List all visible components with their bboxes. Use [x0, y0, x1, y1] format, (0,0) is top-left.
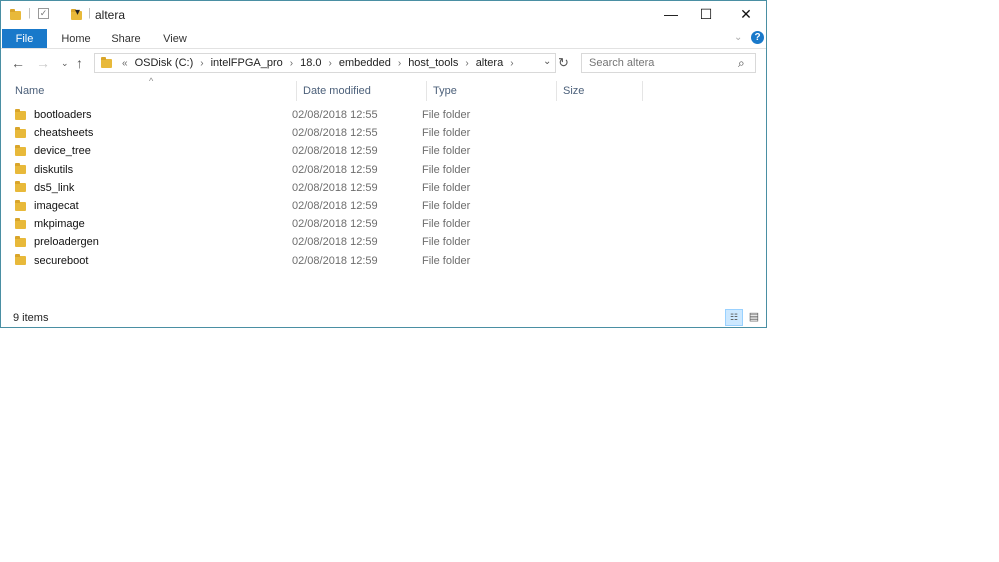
file-name: ds5_link — [34, 181, 75, 194]
folder-icon — [10, 9, 21, 20]
file-name: secureboot — [34, 254, 89, 267]
file-type: File folder — [422, 218, 471, 231]
column-label: Size — [563, 85, 585, 97]
folder-icon — [101, 56, 112, 68]
folder-icon — [15, 181, 26, 193]
divider: | — [88, 7, 91, 19]
details-view-icon[interactable]: ☷ — [725, 309, 743, 326]
search-input[interactable] — [581, 53, 756, 73]
ribbon-divider — [1, 48, 766, 49]
file-type: File folder — [422, 200, 471, 212]
maximize-button[interactable]: ☐ — [686, 1, 726, 27]
file-type: File folder — [422, 254, 471, 267]
window-title: altera — [95, 8, 126, 22]
file-date: 02/08/2018 12:59 — [292, 163, 378, 176]
file-date: 02/08/2018 12:59 — [292, 181, 378, 194]
file-date: 02/08/2018 12:59 — [292, 218, 378, 231]
folder-icon — [15, 217, 26, 229]
file-name: bootloaders — [34, 109, 92, 121]
file-name: cheatsheets — [34, 127, 94, 140]
file-type: File folder — [422, 109, 471, 121]
chevron-right-icon[interactable]: › — [327, 58, 334, 69]
large-icons-view-icon[interactable]: ▤ — [745, 309, 763, 326]
file-date: 02/08/2018 12:59 — [292, 145, 378, 158]
column-label: Name — [15, 85, 45, 97]
chevron-right-icon[interactable]: › — [288, 58, 295, 69]
minimize-button[interactable]: — — [651, 1, 691, 27]
file-type: File folder — [422, 181, 471, 194]
file-name: device_tree — [34, 145, 91, 158]
file-row[interactable]: mkpimage 02/08/2018 12:59 File folder — [15, 215, 495, 233]
divider: | — [28, 7, 31, 19]
file-date: 02/08/2018 12:55 — [292, 127, 378, 140]
recent-locations-icon[interactable]: ⌄ — [61, 58, 69, 69]
file-date: 02/08/2018 12:55 — [292, 109, 378, 121]
file-type: File folder — [422, 145, 471, 158]
folder-icon — [15, 235, 26, 247]
folder-icon — [15, 254, 26, 266]
file-explorer-window: | ✓ ▾ | altera — ☐ ✕ File Home Share Vie… — [0, 0, 767, 328]
item-count: 9 items — [13, 312, 49, 324]
file-type: File folder — [422, 163, 471, 176]
file-date: 02/08/2018 12:59 — [292, 254, 378, 267]
close-button[interactable]: ✕ — [726, 1, 766, 27]
file-name: preloadergen — [34, 236, 99, 249]
file-row[interactable]: device_tree 02/08/2018 12:59 File folder — [15, 142, 495, 160]
back-icon[interactable]: ← — [11, 55, 25, 71]
customize-quick-access-icon[interactable]: ▾ — [75, 7, 80, 18]
chevron-right-icon[interactable]: › — [198, 58, 205, 69]
chevron-right-icon[interactable]: › — [463, 58, 470, 69]
refresh-icon[interactable]: ↻ — [558, 55, 569, 71]
help-icon[interactable]: ? — [751, 31, 764, 44]
breadcrumb-osdisk[interactable]: OSDisk (C:) — [130, 57, 199, 69]
up-icon[interactable]: ↑ — [76, 55, 83, 71]
file-name: diskutils — [34, 163, 74, 176]
file-row[interactable]: preloadergen 02/08/2018 12:59 File folder — [15, 233, 495, 251]
breadcrumb-18[interactable]: 18.0 — [295, 57, 326, 69]
address-bar[interactable]: « OSDisk (C:) › intelFPGA_pro › 18.0 › embe… — [94, 53, 556, 73]
folder-icon — [15, 144, 26, 156]
tab-share[interactable]: Share — [105, 29, 147, 48]
file-date: 02/08/2018 12:59 — [292, 236, 378, 249]
folder-icon — [15, 108, 26, 120]
file-name: imagecat — [34, 200, 79, 212]
tab-home[interactable]: Home — [55, 29, 97, 48]
folder-icon — [15, 126, 26, 138]
file-date: 02/08/2018 12:59 — [292, 200, 378, 212]
column-label: Date modified — [303, 85, 371, 97]
file-type: File folder — [422, 236, 471, 249]
file-row[interactable]: secureboot 02/08/2018 12:59 File folder — [15, 252, 495, 270]
overflow-icon[interactable]: « — [120, 58, 130, 69]
file-row[interactable]: bootloaders 02/08/2018 12:55 File folder — [15, 106, 495, 124]
column-header-type[interactable]: Type — [427, 81, 557, 101]
file-row[interactable]: imagecat 02/08/2018 12:59 File folder — [15, 197, 495, 215]
chevron-right-icon[interactable]: › — [396, 58, 403, 69]
properties-icon[interactable]: ✓ — [38, 8, 49, 19]
chevron-right-icon[interactable]: › — [508, 58, 515, 69]
breadcrumb-intelfpga[interactable]: intelFPGA_pro — [206, 57, 288, 69]
address-dropdown-icon[interactable]: ⌄ — [543, 56, 551, 67]
file-name: mkpimage — [34, 218, 85, 231]
column-header-date[interactable]: Date modified — [297, 81, 427, 101]
tab-file[interactable]: File — [2, 29, 47, 48]
file-row[interactable]: cheatsheets 02/08/2018 12:55 File folder — [15, 124, 495, 142]
column-label: Type — [433, 85, 457, 97]
search-icon: ⌕ — [738, 56, 745, 70]
file-type: File folder — [422, 127, 471, 140]
column-header-name[interactable]: Name — [9, 81, 297, 101]
forward-icon[interactable]: → — [36, 55, 50, 71]
breadcrumb-embedded[interactable]: embedded — [334, 57, 396, 69]
breadcrumb-altera[interactable]: altera — [471, 57, 509, 69]
expand-ribbon-icon[interactable]: ⌄ — [734, 32, 742, 43]
breadcrumb-host-tools[interactable]: host_tools — [403, 57, 463, 69]
column-header-size[interactable]: Size — [557, 81, 643, 101]
folder-icon — [15, 163, 26, 175]
folder-icon — [15, 199, 26, 211]
file-row[interactable]: diskutils 02/08/2018 12:59 File folder — [15, 161, 495, 179]
file-row[interactable]: ds5_link 02/08/2018 12:59 File folder — [15, 179, 495, 197]
tab-view[interactable]: View — [155, 29, 195, 48]
